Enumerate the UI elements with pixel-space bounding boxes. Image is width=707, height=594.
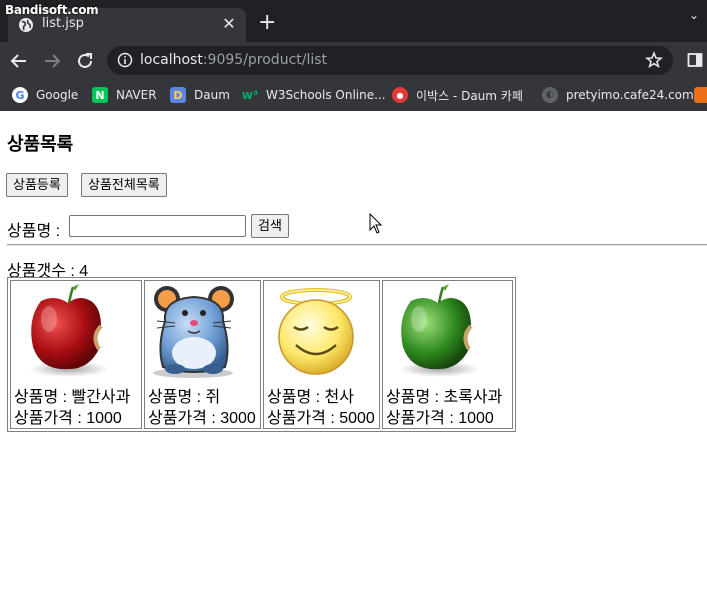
page-content: 상품목록 상품등록 상품전체목록 상품명 : 검색 상품갯수 : 4 상품명:… (0, 111, 707, 594)
product-name-search-input[interactable] (69, 215, 246, 237)
side-panel-icon[interactable] (687, 52, 703, 68)
product-info: 상품명 : 빨간사과 상품가격 : 1000 (14, 387, 130, 429)
browser-chrome: Bandisoft.com list.jsp ✕ + ⌄ localhost:9… (0, 0, 707, 111)
naver-icon: N (92, 87, 108, 103)
product-price: 상품가격 : 5000 (267, 410, 375, 427)
register-product-button[interactable]: 상품등록 (6, 173, 68, 197)
daum-cafe-icon: ● (392, 87, 408, 103)
mouse-image (153, 286, 234, 378)
product-info: 상품명 : 쥐 상품가격 : 3000 (148, 387, 256, 429)
url-path: :9095/product/list (202, 52, 328, 68)
bookmark-w3schools[interactable]: w³ W3Schools Online... (242, 84, 386, 106)
angel-image (278, 288, 354, 375)
product-info: 상품명 : 천사 상품가격 : 5000 (267, 387, 375, 429)
bookmark-label: 이박스 - Daum 카페 (416, 88, 523, 103)
url-text: localhost:9095/product/list (140, 52, 327, 68)
product-name: 상품명 : 초록사과 (386, 389, 503, 406)
bookmark-label: pretyimo.cafe24.com (566, 88, 694, 102)
browser-toolbar: localhost:9095/product/list (0, 42, 707, 79)
bookmark-overflow[interactable] (694, 84, 707, 106)
bookmark-favicon-icon (694, 87, 707, 103)
back-arrow-icon[interactable] (8, 50, 30, 72)
globe-icon: ◐ (542, 87, 558, 103)
bookmark-pretyimo[interactable]: ◐ pretyimo.cafe24.com (542, 84, 694, 106)
product-info: 상품명 : 초록사과 상품가격 : 1000 (386, 387, 502, 429)
search-button[interactable]: 검색 (251, 214, 289, 238)
bookmark-label: W3Schools Online... (266, 88, 386, 102)
green-apple-image (399, 284, 479, 377)
bookmark-star-icon[interactable] (645, 51, 663, 69)
reload-icon[interactable] (74, 50, 96, 72)
search-label: 상품명 : (7, 223, 61, 240)
product-price: 상품가격 : 3000 (148, 410, 256, 427)
url-host: localhost (140, 52, 203, 68)
product-name: 상품명 : 빨간사과 (14, 389, 131, 406)
w3schools-icon: w³ (241, 88, 259, 102)
daum-icon: D (170, 87, 186, 103)
product-cell: 상품명 : 초록사과 상품가격 : 1000 (382, 280, 513, 429)
product-price: 상품가격 : 1000 (14, 410, 122, 427)
divider (7, 244, 707, 246)
bookmarks-bar: G Google N NAVER D Daum w³ W3Schools Onl… (0, 79, 707, 111)
bookmark-daum-cafe[interactable]: ● 이박스 - Daum 카페 (392, 84, 523, 106)
bookmark-label: Google (36, 88, 79, 102)
list-all-products-button[interactable]: 상품전체목록 (81, 173, 167, 197)
product-name: 상품명 : 쥐 (148, 389, 221, 406)
new-tab-button[interactable]: + (258, 12, 276, 34)
product-price: 상품가격 : 1000 (386, 410, 494, 427)
bookmark-google[interactable]: G Google (12, 84, 78, 106)
product-cell: 상품명 : 쥐 상품가격 : 3000 (144, 280, 261, 429)
bookmark-label: NAVER (116, 88, 157, 102)
bookmark-naver[interactable]: N NAVER (92, 84, 157, 106)
product-cell: 상품명 : 천사 상품가격 : 5000 (263, 280, 380, 429)
product-cell: 상품명 : 빨간사과 상품가격 : 1000 (10, 280, 142, 429)
tab-search-icon[interactable]: ⌄ (689, 8, 699, 22)
tab-title: list.jsp (42, 16, 84, 31)
google-icon: G (12, 87, 28, 103)
globe-icon (19, 18, 33, 32)
site-info-icon[interactable] (117, 52, 133, 68)
forward-arrow-icon[interactable] (41, 50, 63, 72)
tab-close-icon[interactable]: ✕ (220, 14, 238, 33)
bookmark-label: Daum (194, 88, 230, 102)
product-name: 상품명 : 천사 (267, 389, 354, 406)
address-bar[interactable]: localhost:9095/product/list (107, 46, 673, 75)
page-title: 상품목록 (7, 134, 74, 154)
mouse-cursor-icon (369, 213, 383, 234)
red-apple-image (29, 284, 109, 377)
recorder-watermark: Bandisoft.com (5, 3, 99, 17)
product-table: 상품명 : 빨간사과 상품가격 : 1000 상품명: 쥐 상품가격: 30… (7, 277, 516, 432)
bookmark-daum[interactable]: D Daum (170, 84, 230, 106)
